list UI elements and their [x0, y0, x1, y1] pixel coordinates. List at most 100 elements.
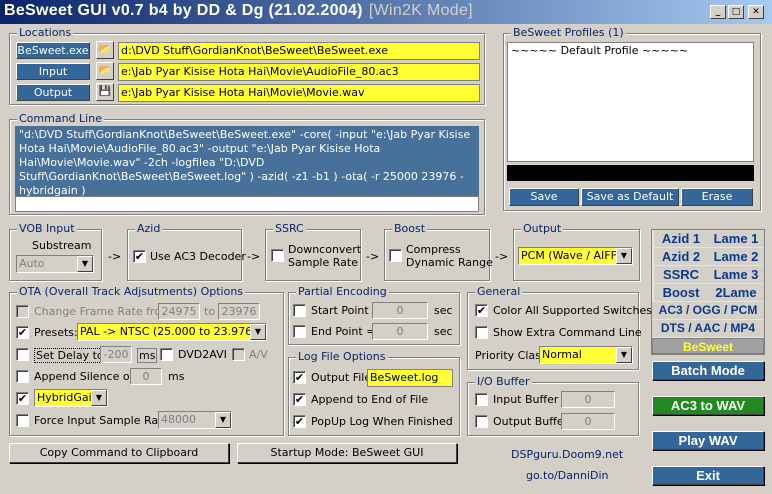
window-title: BeSweet GUI v0.7 b4 by DD & Dg (21.02.20… [4, 2, 473, 19]
append-silence-checkbox[interactable] [16, 370, 29, 383]
format-dts-aac-mp4[interactable]: DTS / AAC / MP4 [652, 320, 764, 337]
presets-checkbox[interactable]: ✔ [16, 326, 29, 339]
besweet-exe-button[interactable]: BeSweet.exe [16, 42, 90, 59]
output-buffer-input[interactable]: 0 [561, 413, 615, 430]
save-as-default-button[interactable]: Save as Default [581, 188, 679, 206]
output-file-checkbox[interactable]: ✔ [293, 371, 306, 384]
erase-button[interactable]: Erase [681, 188, 753, 206]
input-button[interactable]: Input [16, 63, 90, 80]
batch-mode-button[interactable]: Batch Mode [652, 361, 764, 380]
folder-open-icon[interactable]: 📂 [96, 62, 114, 80]
preset-lame-1[interactable]: Lame 1 [708, 230, 764, 247]
close-icon[interactable]: ✕ [748, 5, 764, 19]
azid-title: Azid [135, 222, 163, 235]
copy-command-button[interactable]: Copy Command to Clipboard [9, 443, 229, 463]
chevron-down-icon: ▼ [215, 412, 231, 428]
folder-open-icon[interactable]: 📂 [96, 41, 114, 59]
profile-name-field[interactable] [507, 165, 754, 181]
minimize-icon[interactable]: _ [710, 5, 726, 19]
title-bar[interactable]: BeSweet GUI v0.7 b4 by DD & Dg (21.02.20… [0, 0, 772, 24]
frame-rate-from-input[interactable]: 24975 [158, 303, 200, 320]
substream-select[interactable]: Auto ▼ [16, 255, 94, 273]
hybridgain-select[interactable]: HybridGain ▼ [34, 389, 108, 407]
compress-checkbox[interactable] [389, 249, 402, 262]
use-ac3-label: Use AC3 Decoder [150, 250, 246, 263]
chevron-down-icon: ▼ [250, 324, 266, 340]
silence-ms-label: ms [168, 370, 185, 383]
preset-azid-2[interactable]: Azid 2 [654, 248, 708, 265]
set-delay-checkbox[interactable] [16, 348, 29, 361]
extra-command-input[interactable] [15, 196, 479, 212]
preset-ssrc[interactable]: SSRC [654, 266, 708, 283]
color-switches-checkbox[interactable]: ✔ [475, 304, 488, 317]
hybridgain-checkbox[interactable]: ✔ [16, 392, 29, 405]
profiles-title: BeSweet Profiles (1) [511, 26, 626, 39]
start-point-checkbox[interactable] [293, 304, 306, 317]
force-sample-rate-checkbox[interactable] [16, 414, 29, 427]
log-file-title: Log File Options [296, 350, 388, 363]
input-buffer-checkbox[interactable] [475, 393, 488, 406]
start-point-input[interactable]: 0 [372, 302, 428, 319]
format-ac3-ogg-pcm[interactable]: AC3 / OGG / PCM [652, 302, 764, 319]
preset-azid-1[interactable]: Azid 1 [654, 230, 708, 247]
end-point-input[interactable]: 0 [372, 323, 428, 340]
use-ac3-checkbox[interactable]: ✔ [133, 250, 146, 263]
ac3-to-wav-button[interactable]: AC3 to WAV [652, 396, 764, 415]
play-wav-button[interactable]: Play WAV [652, 431, 764, 450]
besweet-exe-path[interactable]: d:\DVD Stuff\GordianKnot\BeSweet\BeSweet… [118, 42, 480, 60]
preset-2lame[interactable]: 2Lame [708, 284, 764, 301]
input-path[interactable]: e:\Jab Pyar Kisise Hota Hai\Movie\AudioF… [118, 63, 480, 81]
preset-lame-3[interactable]: Lame 3 [708, 266, 764, 283]
priority-class-select[interactable]: Normal ▼ [539, 346, 633, 364]
dvd2avi-label: DVD2AVI [178, 348, 227, 361]
output-format-select[interactable]: PCM (Wave / AIFF ▼ [518, 247, 633, 265]
end-sec-label: sec [434, 325, 453, 338]
set-delay-label: Set Delay to [34, 348, 106, 363]
output-buffer-checkbox[interactable] [475, 415, 488, 428]
besweet-tab[interactable]: BeSweet [652, 338, 764, 354]
list-item[interactable]: ~~~~~ Default Profile ~~~~~ [511, 44, 750, 57]
preset-boost[interactable]: Boost [654, 284, 708, 301]
profiles-list[interactable]: ~~~~~ Default Profile ~~~~~ [507, 42, 754, 162]
frame-rate-to-input[interactable]: 23976 [218, 303, 260, 320]
dvd2avi-checkbox[interactable] [160, 348, 173, 361]
sample-rate-select[interactable]: 48000 ▼ [158, 411, 232, 429]
change-frame-rate-checkbox[interactable] [16, 305, 29, 318]
chevron-down-icon: ▼ [91, 390, 107, 406]
output-button[interactable]: Output [16, 84, 90, 101]
chevron-down-icon: ▼ [616, 248, 632, 264]
force-sample-rate-label: Force Input Sample Rate [34, 414, 170, 427]
flow-arrow: -> [247, 250, 261, 263]
log-file-input[interactable]: BeSweet.log [367, 369, 453, 387]
extra-command-label: Show Extra Command Line [493, 326, 642, 339]
exit-button[interactable]: Exit [652, 466, 764, 485]
command-line-title: Command Line [17, 112, 104, 125]
floppy-save-icon[interactable]: 💾 [96, 83, 114, 101]
av-checkbox[interactable] [232, 348, 245, 361]
downconvert-checkbox[interactable] [271, 249, 284, 262]
popup-log-checkbox[interactable]: ✔ [293, 415, 306, 428]
extra-command-checkbox[interactable] [475, 326, 488, 339]
append-log-checkbox[interactable]: ✔ [293, 393, 306, 406]
presets-label: Presets: [34, 326, 78, 339]
silence-input[interactable]: 0 [130, 368, 162, 385]
end-point-checkbox[interactable] [293, 325, 306, 338]
command-line-text[interactable]: "d:\DVD Stuff\GordianKnot\BeSweet\BeSwee… [15, 126, 479, 196]
compress-label: Compress Dynamic Range [406, 243, 493, 269]
delay-input[interactable]: -200 [100, 346, 132, 363]
preset-lame-2[interactable]: Lame 2 [708, 248, 764, 265]
maximize-icon[interactable]: □ [728, 5, 744, 19]
startup-mode-button[interactable]: Startup Mode: BeSweet GUI [237, 443, 457, 463]
dannidin-link[interactable]: go.to/DanniDin [526, 469, 608, 482]
end-point-label: End Point = [311, 325, 376, 338]
output-path[interactable]: e:\Jab Pyar Kisise Hota Hai\Movie\Movie.… [118, 84, 480, 102]
doom9-link[interactable]: DSPguru.Doom9.net [511, 448, 623, 461]
save-button[interactable]: Save [509, 188, 579, 206]
popup-log-label: PopUp Log When Finished [311, 415, 453, 428]
change-frame-rate-label: Change Frame Rate from [34, 305, 172, 318]
general-title: General [475, 285, 523, 298]
partial-encoding-title: Partial Encoding [296, 285, 389, 298]
av-label: A/V [249, 348, 268, 361]
presets-select[interactable]: PAL -> NTSC (25.000 to 23.976) ▼ [77, 323, 267, 341]
input-buffer-input[interactable]: 0 [561, 391, 615, 408]
